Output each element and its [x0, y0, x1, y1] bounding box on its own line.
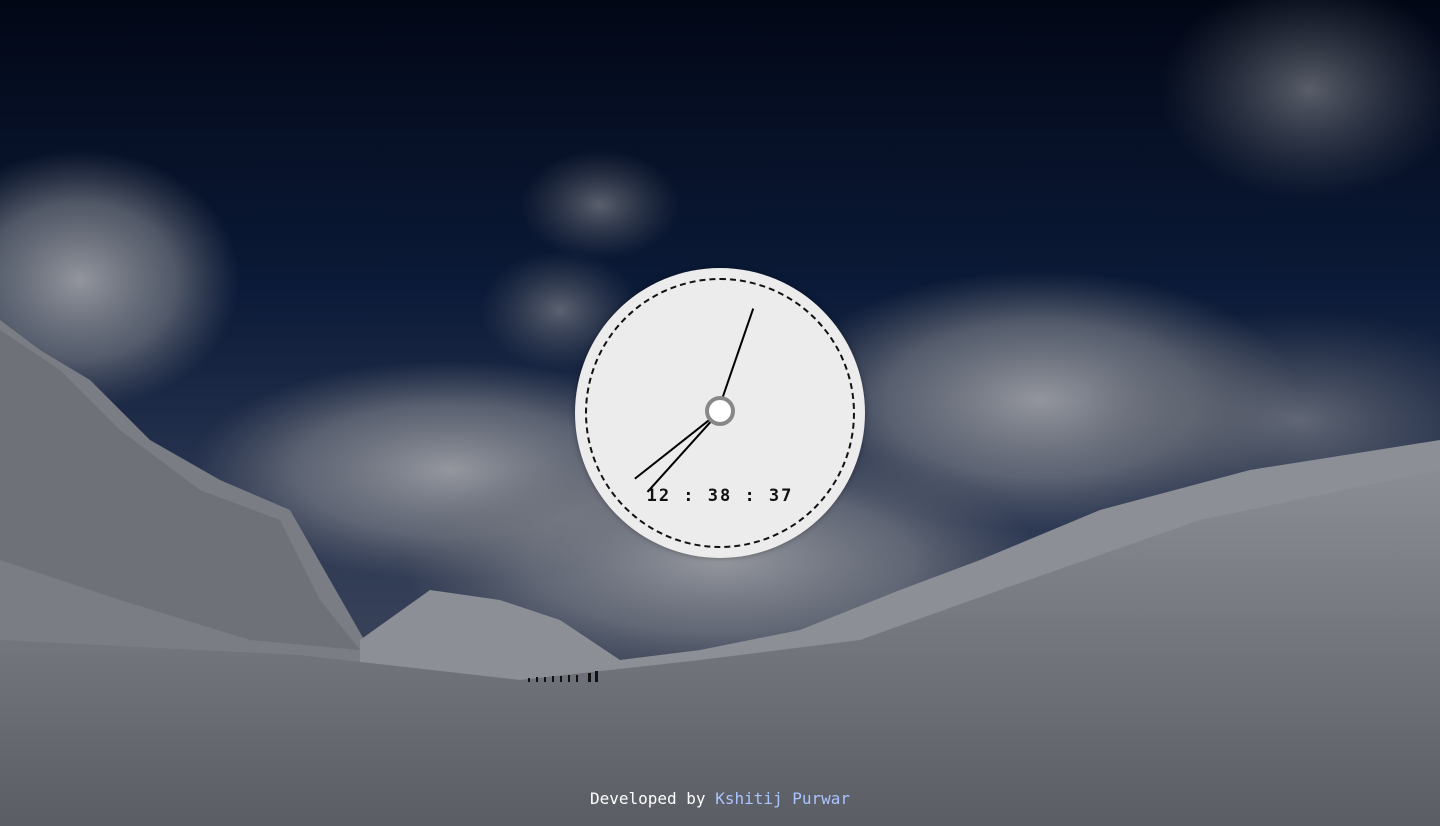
- clock-center-cap: [705, 396, 735, 426]
- analog-clock: 12 : 38 : 37: [575, 268, 865, 558]
- footer-prefix: Developed by: [589, 789, 706, 808]
- digital-time: 12 : 38 : 37: [646, 486, 794, 506]
- author-link[interactable]: Kshitij Purwar: [715, 789, 850, 808]
- footer-credit: Developed by Kshitij Purwar: [0, 789, 1440, 808]
